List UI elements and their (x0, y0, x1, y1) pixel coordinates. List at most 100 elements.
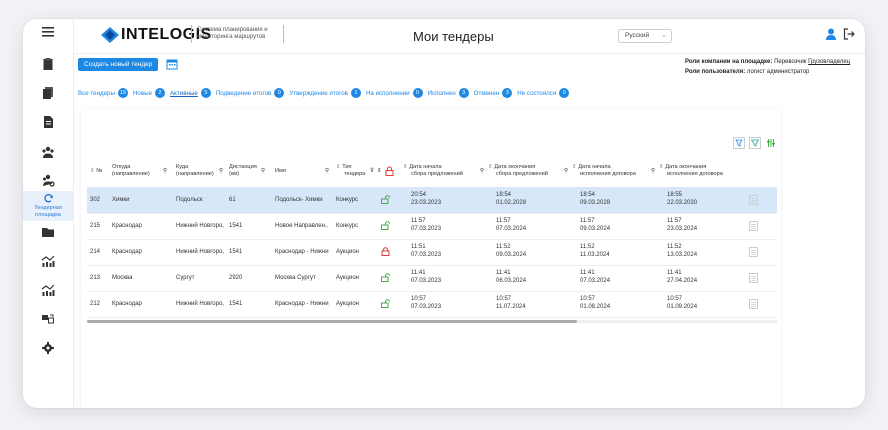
filter-summing-up[interactable]: Подведение итогов 0 (216, 88, 285, 98)
filter-count-badge: 1 (350, 88, 361, 98)
logout-icon[interactable] (843, 28, 855, 40)
sidebar-item-clipboard[interactable] (23, 57, 73, 71)
filter-label: Отменен (473, 89, 500, 97)
filter-count-badge: 15 (117, 88, 128, 98)
filter-all[interactable]: Все тендеры 15 (78, 88, 128, 98)
filter-failed[interactable]: Не состоялся 0 (517, 88, 570, 98)
column-header-offers-start[interactable]: ⇕ Дата начала сбора предложений (403, 164, 463, 178)
sidebar-item-analytics[interactable] (23, 254, 73, 268)
cell-time: 10:57 (580, 296, 596, 302)
document-icon[interactable] (749, 195, 758, 205)
search-icon[interactable]: ⚲ (261, 168, 265, 175)
filter-active[interactable]: Активные 5 (170, 88, 211, 98)
reports-icon (41, 284, 55, 296)
cell-name: Краснодар - Нижни (275, 249, 329, 255)
filter-label: Новые (132, 89, 153, 97)
sidebar-item-users-group[interactable] (23, 145, 73, 159)
column-label: Дата окончания (494, 164, 536, 170)
reset-filters-icon[interactable] (733, 137, 745, 149)
scrollbar-thumb[interactable] (87, 320, 577, 323)
cell-num: 215 (90, 223, 101, 229)
document-icon[interactable] (749, 221, 758, 231)
cell-offers-end: 11:41 06.03.2024 (496, 269, 526, 285)
sidebar-item-file[interactable] (23, 115, 73, 129)
column-header-to[interactable]: Куда (направление) (176, 164, 214, 178)
filter-icon[interactable] (749, 137, 761, 149)
sidebar-item-transfer[interactable] (23, 312, 73, 326)
cell-contract-end: 11:57 23.03.2024 (667, 217, 697, 233)
search-icon[interactable]: ⚲ (325, 168, 329, 175)
cell-contract-start: 11:41 07.03.2024 (580, 269, 610, 285)
cell-date: 01.02.2028 (496, 200, 527, 206)
sort-icon[interactable]: ⇕ (377, 168, 382, 175)
create-tender-button[interactable]: Создать новый тендер (78, 58, 159, 71)
filter-cancelled[interactable]: Отменен 3 (474, 88, 513, 98)
cell-date: 07.03.2023 (411, 252, 442, 258)
document-icon[interactable] (749, 273, 758, 283)
cell-num: 213 (90, 275, 101, 281)
filter-completed[interactable]: Исполнен 3 (428, 88, 469, 98)
cell-date: 07.03.2024 (496, 226, 527, 232)
document-icon[interactable] (749, 247, 758, 257)
cell-time: 11:52 (667, 244, 682, 250)
sort-icon[interactable]: ⇕ (572, 164, 577, 170)
sidebar-item-folder[interactable] (23, 225, 73, 239)
sidebar-item-settings[interactable] (23, 341, 73, 355)
column-header-contract-end[interactable]: ⇕ Дата окончания исполнения договора (659, 164, 723, 178)
cell-offers-start: 11:57 07.03.2023 (411, 217, 441, 233)
cell-date: 11.03.2024 (580, 252, 610, 258)
sidebar-item-tender-platform[interactable]: Тендерная площадка (23, 191, 73, 221)
column-header-name[interactable]: Имя (275, 168, 286, 175)
language-select[interactable]: Русский ⌄ (618, 29, 672, 43)
company-role-link[interactable]: Грузовладелец (808, 59, 850, 65)
column-header-type[interactable]: ⇕ Тип тендера (336, 164, 365, 178)
filter-new[interactable]: Новые 2 (132, 88, 166, 98)
search-icon[interactable]: ⚲ (651, 168, 655, 175)
menu-button[interactable] (23, 25, 73, 39)
search-icon[interactable]: ⚲ (163, 168, 167, 175)
filter-label: Исполнен (427, 89, 456, 97)
cell-offers-end: 11:52 09.03.2024 (496, 243, 526, 259)
sort-icon[interactable]: ⇕ (336, 164, 341, 170)
sort-icon[interactable]: ⇕ (90, 168, 95, 174)
logo-subtitle: Система планирования и мониторинга маршр… (197, 27, 277, 41)
cell-contract-start: 11:57 09.03.2024 (580, 217, 610, 233)
table-row[interactable]: 213 Москва Сургут 2920 Москва Сургут Аук… (87, 265, 777, 292)
filter-in-progress[interactable]: На исполнении 0 (366, 88, 423, 98)
sort-icon[interactable]: ⇕ (403, 164, 408, 170)
column-header-contract-start[interactable]: ⇕ Дата начала исполнения договора (572, 164, 636, 178)
filter-count-badge: 5 (200, 88, 211, 98)
horizontal-scrollbar[interactable] (87, 320, 777, 323)
table-row[interactable]: 212 Краснодар Нижний Новгоро, 1541 Красн… (87, 291, 777, 318)
table-row[interactable]: 215 Краснодар Нижний Новгоро, 1541 Новое… (87, 213, 777, 240)
search-icon[interactable]: ⚲ (480, 168, 484, 175)
cell-distance: 1541 (229, 249, 243, 255)
search-icon[interactable]: ⚲ (564, 168, 568, 175)
sort-icon[interactable]: ⇕ (488, 164, 493, 170)
file-icon (44, 116, 53, 128)
cell-date: 23.03.2024 (667, 226, 698, 232)
unlock-icon (381, 195, 390, 204)
document-icon[interactable] (749, 299, 758, 309)
filter-label: На исполнении (365, 89, 410, 97)
logo[interactable]: INTELOGIS (101, 26, 212, 44)
column-header-num[interactable]: ⇕ № (90, 168, 102, 175)
search-icon[interactable]: ⚲ (219, 168, 223, 175)
column-header-distance[interactable]: Дистанция (км) (229, 164, 257, 178)
user-icon[interactable] (826, 28, 836, 40)
table-row[interactable]: 214 Краснодар Нижний Новгоро, 1541 Красн… (87, 239, 777, 266)
table-row[interactable]: 302 Химки Подольск 61 Подольск- Химки Ко… (87, 187, 777, 214)
column-header-from[interactable]: Откуда (направление) (112, 164, 150, 178)
sidebar-item-reports[interactable] (23, 283, 73, 297)
hamburger-icon[interactable] (41, 25, 55, 39)
sidebar-item-documents[interactable] (23, 86, 73, 100)
cell-contract-end: 18:55 22.03.2030 (667, 191, 697, 207)
refresh-icon (43, 193, 53, 203)
sidebar-item-users-settings[interactable] (23, 173, 73, 187)
calendar-icon[interactable] (166, 58, 178, 70)
filter-approval[interactable]: Утверждение итогов 1 (289, 88, 361, 98)
column-header-offers-end[interactable]: ⇕ Дата окончания сбора предложений (488, 164, 548, 178)
filter-icon[interactable]: ⊽ (370, 168, 374, 175)
columns-settings-icon[interactable] (765, 137, 777, 149)
sort-icon[interactable]: ⇕ (659, 164, 664, 170)
